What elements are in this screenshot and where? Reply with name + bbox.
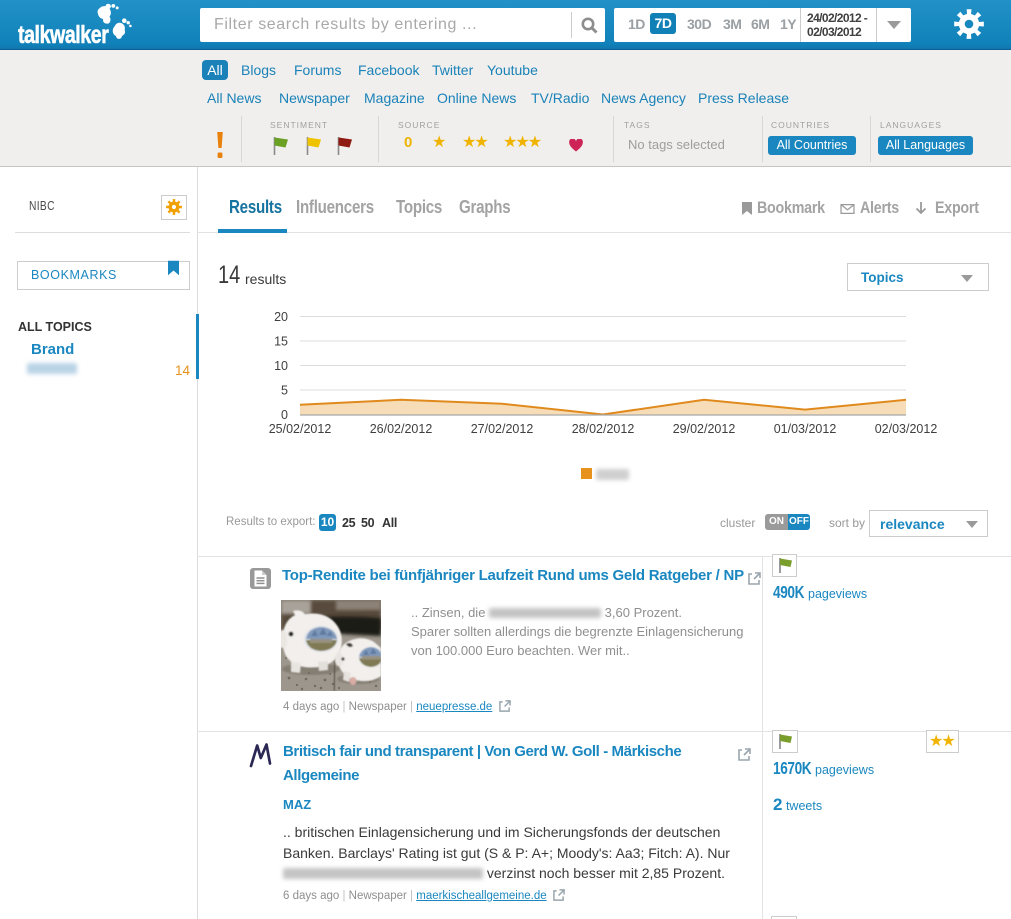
svg-text:15: 15 [274, 335, 288, 349]
svg-text:01/03/2012: 01/03/2012 [774, 422, 837, 436]
svg-text:20: 20 [274, 310, 288, 324]
svg-text:25/02/2012: 25/02/2012 [269, 422, 332, 436]
svg-text:26/02/2012: 26/02/2012 [370, 422, 433, 436]
svg-text:27/02/2012: 27/02/2012 [471, 422, 534, 436]
svg-text:0: 0 [281, 408, 288, 422]
svg-text:28/02/2012: 28/02/2012 [572, 422, 635, 436]
svg-text:29/02/2012: 29/02/2012 [673, 422, 736, 436]
svg-text:02/03/2012: 02/03/2012 [875, 422, 938, 436]
svg-text:10: 10 [274, 359, 288, 373]
svg-text:5: 5 [281, 384, 288, 398]
